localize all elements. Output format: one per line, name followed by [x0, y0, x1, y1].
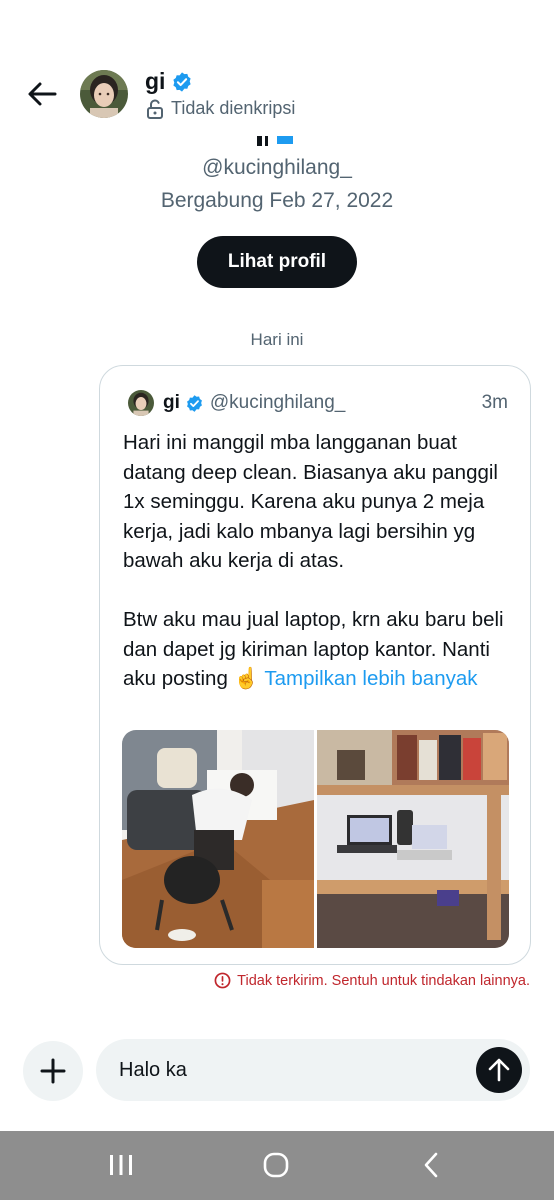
tweet-body: Hari ini manggil mba langganan buat data…: [123, 428, 513, 694]
encryption-status-label: Tidak dienkripsi: [171, 98, 296, 118]
tweet-avatar: [128, 390, 154, 416]
send-button[interactable]: [476, 1047, 522, 1093]
recent-apps-icon: [110, 1155, 132, 1175]
arrow-up-icon: [488, 1058, 510, 1082]
unlock-icon: [147, 99, 163, 119]
tweet-paragraph: Btw aku mau jual laptop, krn aku baru be…: [123, 605, 513, 694]
tweet-header: gi @kucinghilang_ 3m: [128, 390, 508, 416]
home-button[interactable]: [246, 1145, 306, 1185]
home-icon: [263, 1152, 289, 1178]
tweet-photo-1[interactable]: [122, 730, 314, 948]
tweet-paragraph: Hari ini manggil mba langganan buat data…: [123, 431, 498, 572]
nav-back-button[interactable]: [401, 1145, 461, 1185]
tweet-timestamp: 3m: [481, 392, 508, 413]
message-input[interactable]: Halo ka: [96, 1039, 530, 1101]
message-input-value[interactable]: Halo ka: [119, 1039, 187, 1101]
tweet-author-name: gi: [163, 392, 180, 413]
encryption-status: Tidak dienkripsi: [146, 98, 295, 119]
tweet-photo-2[interactable]: [317, 730, 509, 948]
nav-back-icon: [424, 1152, 438, 1178]
show-more-link[interactable]: Tampilkan lebih banyak: [264, 667, 477, 690]
avatar[interactable]: [80, 70, 128, 118]
profile-handle: @kucinghilang_: [202, 156, 352, 179]
header-name-row[interactable]: gi: [145, 68, 193, 95]
day-separator: Hari ini: [250, 330, 304, 349]
shared-tweet-message[interactable]: gi @kucinghilang_ 3m Hari ini manggil mb…: [99, 365, 531, 965]
send-error-label: Tidak terkirim. Sentuh untuk tindakan la…: [237, 972, 530, 989]
arrow-left-icon: [28, 82, 57, 106]
verified-badge-icon: [173, 71, 192, 92]
tweet-media-grid: [122, 730, 509, 948]
add-attachment-button[interactable]: [23, 1041, 83, 1101]
profile-joined-date: Bergabung Feb 27, 2022: [160, 189, 394, 212]
profile-name-cutoff: [255, 134, 305, 148]
recent-apps-button[interactable]: [91, 1145, 151, 1185]
error-circle-icon: [214, 972, 231, 989]
back-button[interactable]: [22, 76, 62, 112]
view-profile-button[interactable]: Lihat profil: [197, 236, 357, 288]
plus-icon: [40, 1058, 66, 1084]
contact-name: gi: [145, 68, 166, 94]
tweet-author-handle: @kucinghilang_: [209, 392, 346, 413]
conversation-header: gi Tidak dienkripsi: [0, 0, 554, 140]
system-nav-bar: [0, 1131, 554, 1200]
send-error-notice[interactable]: Tidak terkirim. Sentuh untuk tindakan la…: [214, 972, 530, 989]
verified-badge-icon: [185, 394, 204, 413]
